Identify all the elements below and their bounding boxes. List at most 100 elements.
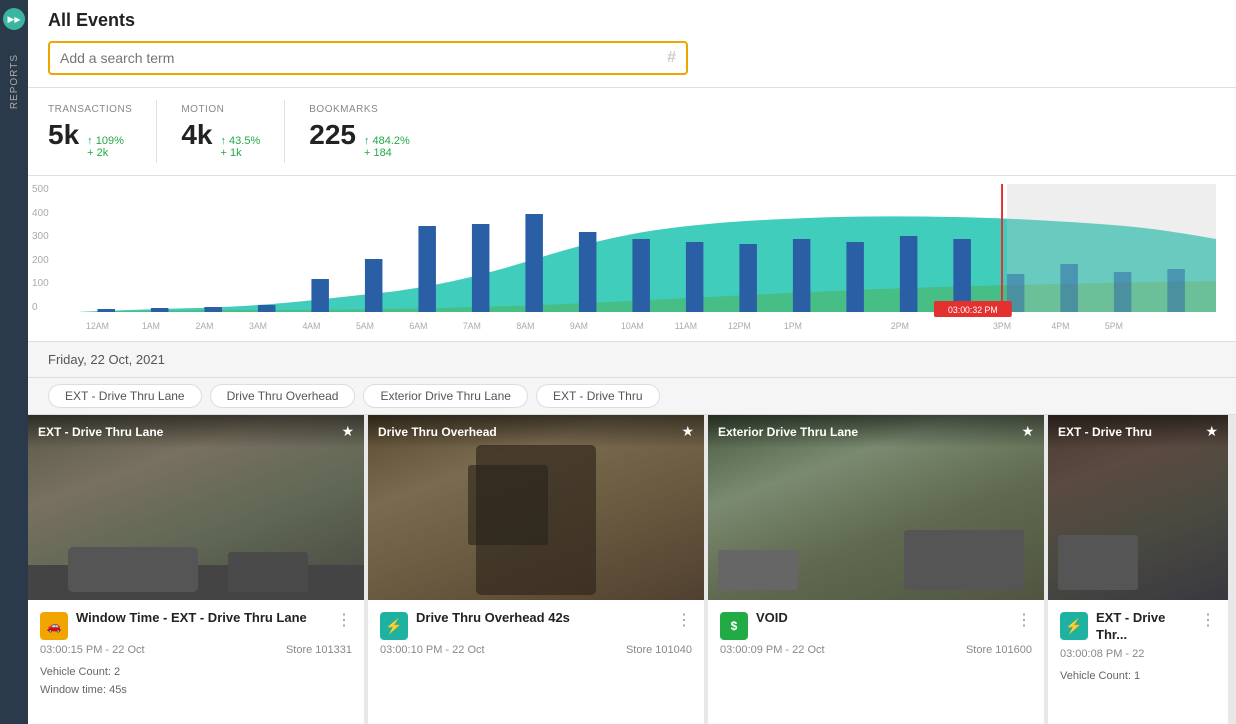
event-details-0: Vehicle Count: 2 Window time: 45s [40,664,352,699]
event-title-1: Drive Thru Overhead 42s [416,610,668,627]
video-card-1: Drive Thru Overhead ★ ⚡ Drive Thru Overh… [368,415,708,724]
event-title-0: Window Time - EXT - Drive Thru Lane [76,610,328,627]
video-info-3: ⚡ EXT - Drive Thr... ⋮ 03:00:08 PM - 22 … [1048,600,1228,724]
svg-text:2AM: 2AM [195,321,213,331]
video-info-1: ⚡ Drive Thru Overhead 42s ⋮ 03:00:10 PM … [368,600,704,724]
video-star-0[interactable]: ★ [341,423,354,440]
video-card-0: EXT - Drive Thru Lane ★ 🚗 Window Time - … [28,415,368,724]
video-card-3: EXT - Drive Thru ★ ⚡ EXT - Drive Thr... … [1048,415,1228,724]
video-thumbnail-3[interactable]: EXT - Drive Thru ★ [1048,415,1228,600]
video-title-text-1: Drive Thru Overhead [378,425,497,439]
svg-text:12PM: 12PM [728,321,751,331]
event-store-0: Store 101331 [286,644,352,656]
event-meta-0: 03:00:15 PM - 22 Oct Store 101331 [40,644,352,656]
stat-bookmarks-label: BOOKMARKS [309,104,410,115]
event-detail1-3: Vehicle Count: 1 [1060,668,1216,686]
y-label-200: 200 [32,255,70,266]
expand-icon: ▶ [7,14,14,25]
event-menu-1[interactable]: ⋮ [676,610,692,630]
event-meta-3: 03:00:08 PM - 22 [1060,648,1216,660]
event-menu-3[interactable]: ⋮ [1200,610,1216,630]
camera-tab-3[interactable]: EXT - Drive Thru [536,384,660,408]
event-title-2: VOID [756,610,1008,627]
stat-motion-abs: + 1k [221,147,261,159]
video-info-2: $ VOID ⋮ 03:00:09 PM - 22 Oct Store 1016… [708,600,1044,724]
stat-transactions: TRANSACTIONS 5k ↑ 109% + 2k [48,100,157,163]
event-meta-2: 03:00:09 PM - 22 Oct Store 101600 [720,644,1032,656]
video-card-2: Exterior Drive Thru Lane ★ $ VOID ⋮ 03:0… [708,415,1048,724]
event-details-3: Vehicle Count: 1 [1060,668,1216,686]
video-title-overlay-1: Drive Thru Overhead ★ [368,415,704,448]
event-menu-0[interactable]: ⋮ [336,610,352,630]
event-store-2: Store 101600 [966,644,1032,656]
svg-text:1PM: 1PM [784,321,802,331]
svg-text:10AM: 10AM [621,321,644,331]
search-input[interactable] [60,50,667,66]
video-title-overlay-0: EXT - Drive Thru Lane ★ [28,415,364,448]
event-time-3: 03:00:08 PM - 22 [1060,648,1144,660]
svg-text:7AM: 7AM [463,321,481,331]
svg-text:8AM: 8AM [516,321,534,331]
y-label-300: 300 [32,231,70,242]
video-thumbnail-0[interactable]: EXT - Drive Thru Lane ★ [28,415,364,600]
video-grid: EXT - Drive Thru Lane ★ 🚗 Window Time - … [28,415,1236,724]
y-label-0: 0 [32,302,70,313]
svg-text:11AM: 11AM [675,321,697,331]
stat-transactions-label: TRANSACTIONS [48,104,132,115]
video-info-0: 🚗 Window Time - EXT - Drive Thru Lane ⋮ … [28,600,364,724]
event-time-1: 03:00:10 PM - 22 Oct [380,644,485,656]
header: All Events # [28,0,1236,88]
y-label-400: 400 [32,208,70,219]
camera-tab-0[interactable]: EXT - Drive Thru Lane [48,384,202,408]
event-meta-1: 03:00:10 PM - 22 Oct Store 101040 [380,644,692,656]
event-icon-1: ⚡ [380,612,408,640]
camera-tab-2[interactable]: Exterior Drive Thru Lane [363,384,528,408]
date-text: Friday, 22 Oct, 2021 [48,352,165,367]
page-title: All Events [48,10,1216,31]
stat-motion: MOTION 4k ↑ 43.5% + 1k [181,100,285,163]
sidebar: ▶ REPORTS [0,0,28,724]
camera-tabs: EXT - Drive Thru Lane Drive Thru Overhea… [28,378,1236,415]
svg-text:03:00:32 PM: 03:00:32 PM [948,305,998,315]
stat-transactions-value: 5k [48,119,79,151]
video-thumbnail-2[interactable]: Exterior Drive Thru Lane ★ [708,415,1044,600]
svg-text:5PM: 5PM [1105,321,1123,331]
stat-transactions-change: ↑ 109% + 2k [87,135,124,159]
chart-area: 500 400 300 200 100 0 [28,176,1236,341]
event-time-0: 03:00:15 PM - 22 Oct [40,644,145,656]
event-detail2-0: Window time: 45s [40,682,352,700]
video-title-text-3: EXT - Drive Thru [1058,425,1152,439]
svg-text:2PM: 2PM [891,321,909,331]
stat-motion-change: ↑ 43.5% + 1k [221,135,261,159]
svg-text:1AM: 1AM [142,321,160,331]
event-title-3: EXT - Drive Thr... [1096,610,1192,644]
sidebar-toggle[interactable]: ▶ [3,8,25,30]
event-icon-0: 🚗 [40,612,68,640]
search-bar: # [48,41,688,75]
svg-text:3AM: 3AM [249,321,267,331]
event-menu-2[interactable]: ⋮ [1016,610,1032,630]
video-thumbnail-1[interactable]: Drive Thru Overhead ★ [368,415,704,600]
camera-tab-1[interactable]: Drive Thru Overhead [210,384,356,408]
event-time-2: 03:00:09 PM - 22 Oct [720,644,825,656]
svg-text:4AM: 4AM [302,321,320,331]
stats-bar: TRANSACTIONS 5k ↑ 109% + 2k MOTION 4k ↑ … [28,88,1236,176]
stat-motion-label: MOTION [181,104,260,115]
stat-bookmarks-change: ↑ 484.2% + 184 [364,135,410,159]
date-bar: Friday, 22 Oct, 2021 [28,341,1236,378]
video-star-3[interactable]: ★ [1205,423,1218,440]
video-star-2[interactable]: ★ [1021,423,1034,440]
svg-text:12AM: 12AM [86,321,109,331]
video-star-1[interactable]: ★ [681,423,694,440]
event-store-1: Store 101040 [626,644,692,656]
chart-svg: 12AM 1AM 2AM 3AM 4AM 5AM 6AM 7AM 8AM 9AM… [78,184,1216,314]
video-title-overlay-3: EXT - Drive Thru ★ [1048,415,1228,448]
main-content: All Events # TRANSACTIONS 5k ↑ 109% + 2k… [28,0,1236,724]
search-hash-icon: # [667,49,676,67]
stat-motion-value: 4k [181,119,212,151]
video-title-text-0: EXT - Drive Thru Lane [38,425,163,439]
svg-text:4PM: 4PM [1051,321,1069,331]
event-icon-3: ⚡ [1060,612,1088,640]
video-title-overlay-2: Exterior Drive Thru Lane ★ [708,415,1044,448]
svg-text:5AM: 5AM [356,321,374,331]
